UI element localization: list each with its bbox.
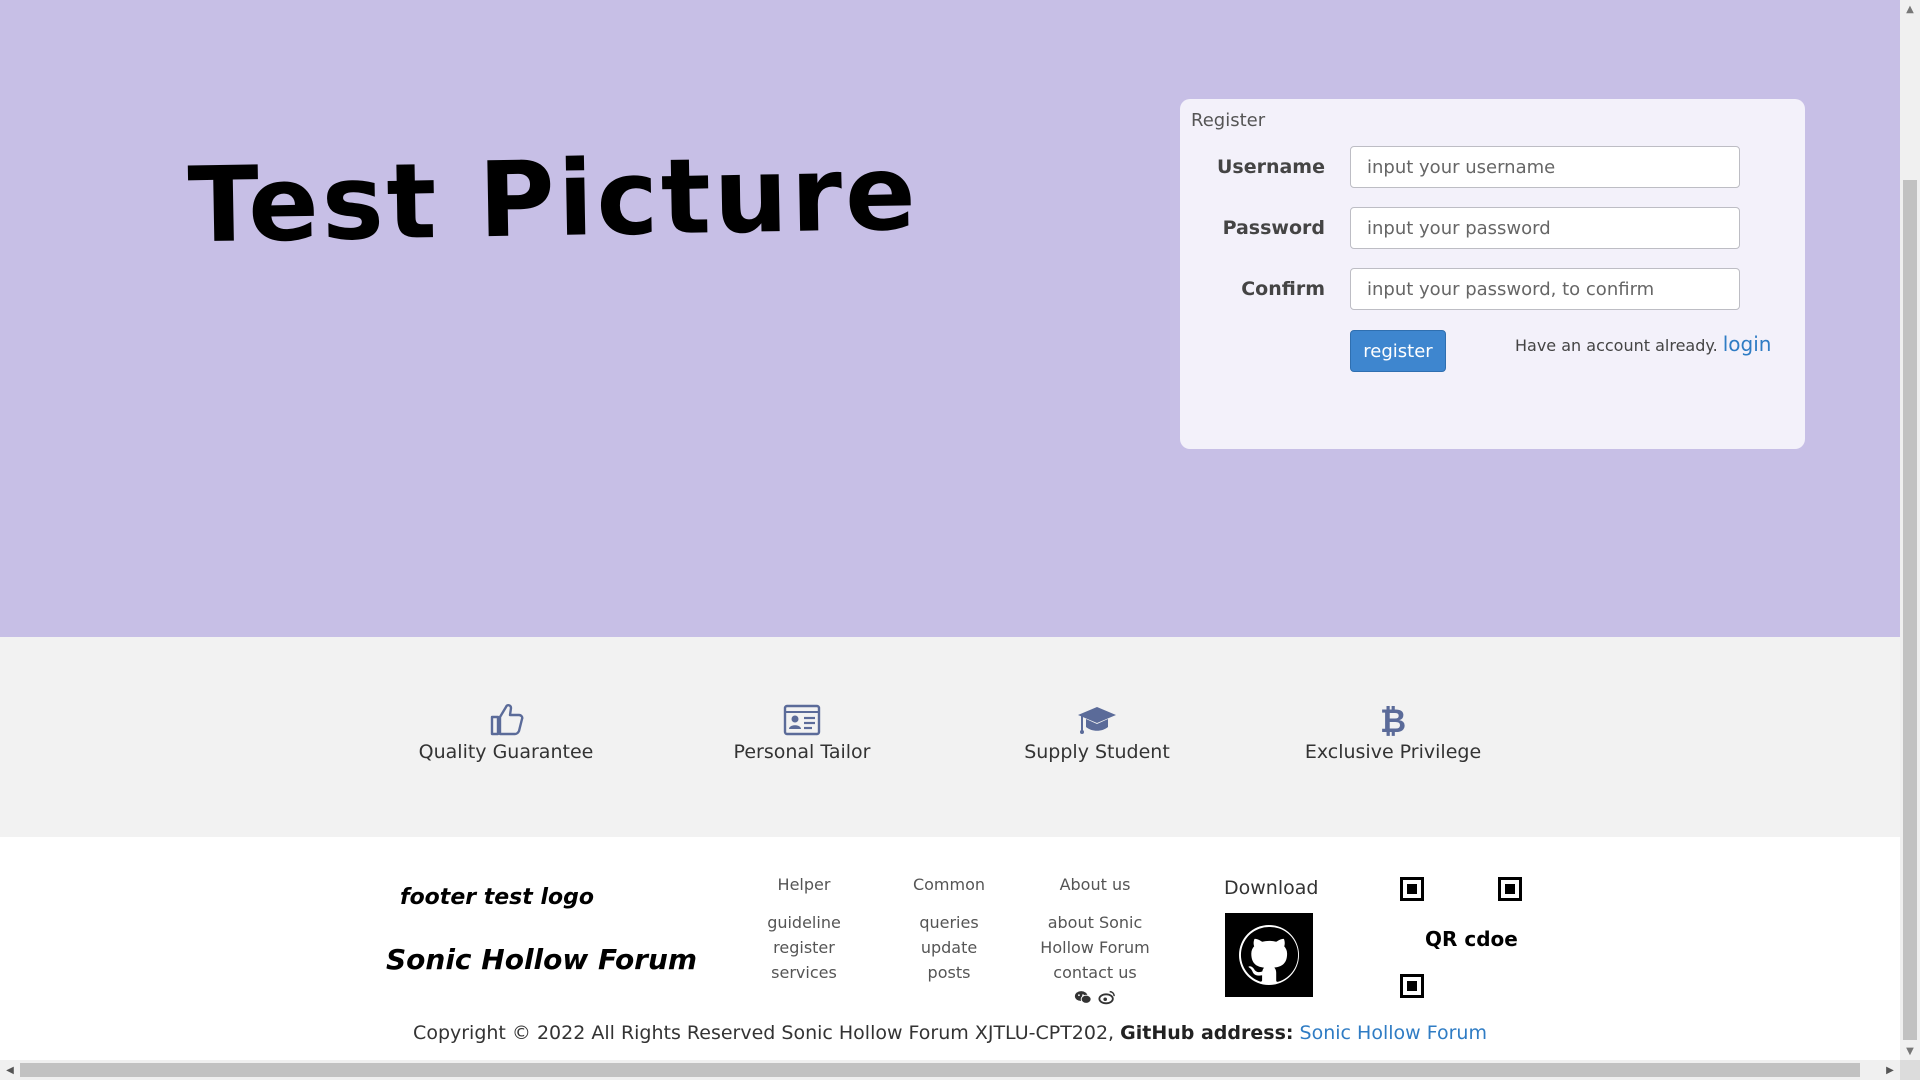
confirm-label: Confirm xyxy=(1241,278,1325,300)
scrollbar-corner xyxy=(1900,1060,1920,1080)
footer-column-heading: About us xyxy=(1059,875,1131,894)
feature-label: Supply Student xyxy=(1024,741,1170,763)
github-address-label: GitHub address: xyxy=(1120,1022,1294,1044)
scroll-left-arrow-icon[interactable]: ◀ xyxy=(0,1060,20,1080)
qr-code: QR cdoe xyxy=(1400,877,1540,1017)
feature-exclusive-privilege: ₿ Exclusive Privilege xyxy=(1273,699,1513,763)
password-row: Password xyxy=(1180,207,1805,249)
github-download-link[interactable] xyxy=(1225,913,1313,997)
vertical-scroll-thumb[interactable] xyxy=(1903,180,1917,1040)
footer-logo: footer test logo xyxy=(400,885,594,910)
footer-column-heading: Common xyxy=(912,875,986,894)
feature-personal-tailor: Personal Tailor xyxy=(682,699,922,763)
confirm-row: Confirm xyxy=(1180,268,1805,310)
footer-link-guideline[interactable]: guideline xyxy=(734,910,874,935)
footer-link-register[interactable]: register xyxy=(734,935,874,960)
password-input[interactable] xyxy=(1350,207,1740,249)
footer-link-hollow-forum[interactable]: Hollow Forum xyxy=(1025,935,1165,960)
horizontal-scrollbar[interactable]: ◀ ▶ xyxy=(0,1060,1900,1080)
weibo-icon[interactable] xyxy=(1098,989,1116,1005)
username-row: Username xyxy=(1180,146,1805,188)
footer-link-update[interactable]: update xyxy=(879,935,1019,960)
feature-label: Quality Guarantee xyxy=(418,741,594,763)
social-icons xyxy=(1025,989,1165,1005)
hero-title: Test Picture xyxy=(186,131,920,267)
username-label: Username xyxy=(1216,156,1325,178)
feature-quality-guarantee: Quality Guarantee xyxy=(386,699,626,763)
graduation-cap-icon xyxy=(1078,707,1116,734)
footer-forum-name: Sonic Hollow Forum xyxy=(386,943,698,976)
bitcoin-icon: ₿ xyxy=(1380,702,1406,739)
vertical-scrollbar[interactable]: ▲ ▼ xyxy=(1900,0,1920,1060)
have-account-text: Have an account already. xyxy=(1515,336,1718,355)
github-icon xyxy=(1239,925,1299,985)
footer-column-common: Common queries update posts xyxy=(879,875,1019,985)
qr-code-text: QR cdoe xyxy=(1425,927,1518,951)
have-account-prompt: Have an account already. login xyxy=(1515,332,1771,356)
github-repo-link[interactable]: Sonic Hollow Forum xyxy=(1300,1022,1487,1044)
features-section: Quality Guarantee Personal Tailor Supply… xyxy=(0,637,1900,837)
footer-column-heading: Helper xyxy=(777,875,831,894)
scroll-up-arrow-icon[interactable]: ▲ xyxy=(1900,0,1920,18)
username-input[interactable] xyxy=(1350,146,1740,188)
footer-link-queries[interactable]: queries xyxy=(879,910,1019,935)
qr-corner-icon xyxy=(1400,974,1424,998)
qr-corner-icon xyxy=(1498,877,1522,901)
confirm-password-input[interactable] xyxy=(1350,268,1740,310)
wechat-icon[interactable] xyxy=(1074,989,1092,1005)
feature-label: Exclusive Privilege xyxy=(1304,741,1482,763)
register-button[interactable]: register xyxy=(1350,330,1446,372)
footer-column-helper: Helper guideline register services xyxy=(734,875,874,985)
footer-column-about: About us about Sonic Hollow Forum contac… xyxy=(1025,875,1165,1005)
download-label: Download xyxy=(1224,877,1319,899)
footer: footer test logo Sonic Hollow Forum Help… xyxy=(0,837,1900,1060)
footer-link-about-sonic[interactable]: about Sonic xyxy=(1025,910,1165,935)
copyright-line: Copyright © 2022 All Rights Reserved Son… xyxy=(0,1022,1900,1044)
register-panel: Register Username Password Confirm regis… xyxy=(1180,99,1805,449)
footer-link-contact-us[interactable]: contact us xyxy=(1025,960,1165,985)
page-root: Test Picture Register Username Password … xyxy=(0,0,1920,1080)
feature-supply-student: Supply Student xyxy=(977,699,1217,763)
scroll-down-arrow-icon[interactable]: ▼ xyxy=(1900,1042,1920,1060)
copyright-text: Copyright © 2022 All Rights Reserved Son… xyxy=(413,1022,1115,1044)
svg-text:₿: ₿ xyxy=(1380,702,1406,739)
hero-section: Test Picture Register Username Password … xyxy=(0,0,1900,637)
id-card-icon xyxy=(783,704,821,736)
thumbs-up-icon xyxy=(490,704,524,736)
footer-link-posts[interactable]: posts xyxy=(879,960,1019,985)
feature-label: Personal Tailor xyxy=(733,741,871,763)
password-label: Password xyxy=(1222,217,1325,239)
register-heading: Register xyxy=(1191,110,1266,131)
horizontal-scroll-thumb[interactable] xyxy=(20,1063,1860,1077)
footer-link-services[interactable]: services xyxy=(734,960,874,985)
login-link[interactable]: login xyxy=(1723,332,1772,356)
qr-corner-icon xyxy=(1400,877,1424,901)
scroll-right-arrow-icon[interactable]: ▶ xyxy=(1880,1060,1900,1080)
